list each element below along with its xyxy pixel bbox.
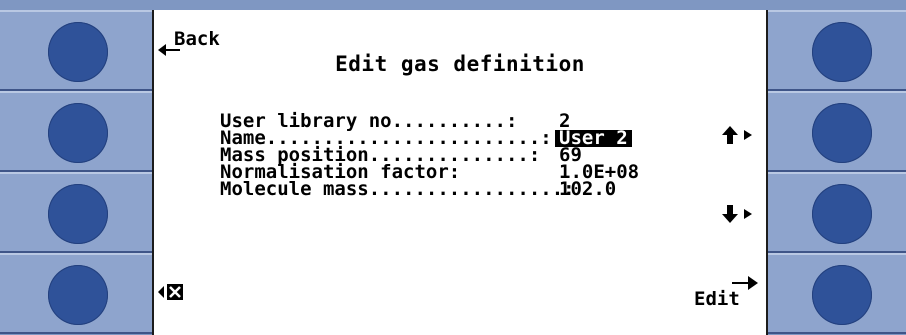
left-softkey-1-button[interactable] <box>48 22 108 82</box>
right-softkey-3-button[interactable] <box>812 184 872 244</box>
field-list: User library no..........: 2 Name.......… <box>220 112 643 200</box>
close-box-icon[interactable] <box>158 282 188 302</box>
left-softkey-3[interactable] <box>0 172 152 253</box>
page-title: Edit gas definition <box>335 52 585 76</box>
display-screen: Back Edit gas definition User library no… <box>152 10 768 335</box>
field-row-molecule-mass: Molecule mass.................: 102.0 <box>220 178 643 200</box>
left-softkey-panel <box>0 10 152 335</box>
left-softkey-2[interactable] <box>0 91 152 172</box>
arrow-up-icon[interactable] <box>722 126 756 144</box>
right-softkey-4-button[interactable] <box>812 265 872 325</box>
right-softkey-1[interactable] <box>768 10 906 91</box>
right-softkey-4[interactable] <box>768 253 906 334</box>
field-value: 102.0 <box>559 178 617 200</box>
right-softkey-1-button[interactable] <box>812 22 872 82</box>
back-label: Back <box>174 28 220 50</box>
right-softkey-2[interactable] <box>768 91 906 172</box>
left-softkey-1[interactable] <box>0 10 152 91</box>
arrow-down-icon[interactable] <box>722 205 756 223</box>
right-softkey-3[interactable] <box>768 172 906 253</box>
right-softkey-panel <box>768 10 906 335</box>
right-softkey-2-button[interactable] <box>812 103 872 163</box>
left-softkey-3-button[interactable] <box>48 184 108 244</box>
left-softkey-4[interactable] <box>0 253 152 334</box>
left-softkey-2-button[interactable] <box>48 103 108 163</box>
edit-arrow-icon <box>731 276 758 290</box>
left-softkey-4-button[interactable] <box>48 265 108 325</box>
edit-softkey-label[interactable]: Edit <box>694 276 758 310</box>
field-label: Molecule mass.................: <box>220 178 575 200</box>
